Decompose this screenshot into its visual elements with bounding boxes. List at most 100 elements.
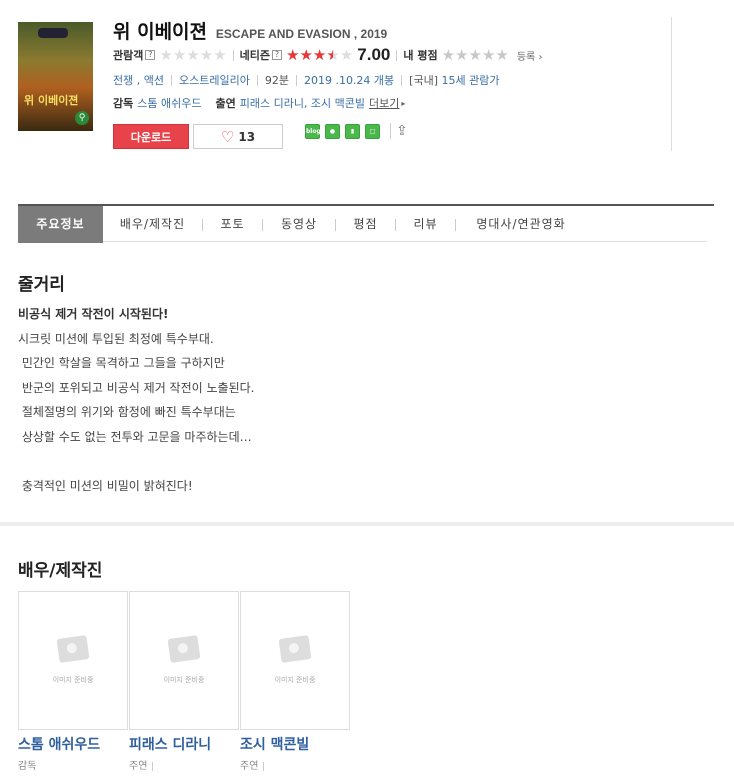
star-icon: ★ bbox=[199, 45, 214, 64]
credit-row: 감독 스톰 애쉬우드 출연 피래스 디라니, 조시 맥콘빌 더보기 ▸ bbox=[113, 95, 405, 111]
profile-photo[interactable]: 이미지 준비중 bbox=[18, 591, 128, 730]
profile-photo[interactable]: 이미지 준비중 bbox=[129, 591, 239, 730]
caret-right-icon: ▸ bbox=[401, 98, 406, 108]
star-half-icon: ★ bbox=[326, 45, 340, 64]
divider bbox=[256, 74, 258, 86]
country-link[interactable]: 오스트레일리아 bbox=[179, 72, 250, 88]
band-icon[interactable]: ● bbox=[325, 123, 340, 139]
cast-card: 이미지 준비중 조시 맥콘빌 주연 bbox=[240, 591, 350, 772]
register-rating-link[interactable]: 등록 › bbox=[517, 48, 543, 63]
register-label[interactable]: 등록 bbox=[517, 52, 535, 63]
download-button[interactable]: 다운로드 bbox=[113, 124, 189, 149]
chevron-right-icon: › bbox=[538, 51, 543, 63]
share-box: blog ● ▮ □ ⇪ bbox=[305, 123, 408, 139]
star-icon[interactable]: ★ bbox=[482, 47, 495, 63]
tab-video[interactable]: 동영상 bbox=[263, 206, 335, 243]
star-icon: ★ bbox=[299, 45, 313, 64]
audience-stars: ★ ★ ★ ★ ★ bbox=[159, 45, 227, 64]
like-button[interactable]: ♡ 13 bbox=[193, 124, 283, 149]
netizen-stars: ★ ★ ★ ★ ★ bbox=[286, 45, 354, 64]
tab-rating[interactable]: 평점 bbox=[336, 206, 395, 243]
cast-card: 이미지 준비중 피래스 디라니 주연 bbox=[129, 591, 239, 772]
my-rating-stars[interactable]: ★ ★ ★ ★ ★ bbox=[442, 47, 509, 63]
age-rating-link[interactable]: 15세 관람가 bbox=[442, 72, 500, 88]
tab-cast-crew[interactable]: 배우/제작진 bbox=[103, 206, 202, 243]
role-label: 감독 bbox=[18, 761, 37, 772]
star-icon: ★ bbox=[213, 45, 227, 64]
person-role: 주연 bbox=[240, 757, 350, 772]
tab-photo[interactable]: 포토 bbox=[203, 206, 262, 243]
tab-quotes-related[interactable]: 명대사/연관영화 bbox=[456, 206, 586, 243]
audience-label: 관람객 bbox=[113, 49, 144, 62]
image-preparing-text: 이미지 준비중 bbox=[163, 675, 205, 684]
divider bbox=[232, 49, 234, 61]
movie-poster[interactable]: 위 이베이젼 ⚲ bbox=[18, 22, 93, 131]
synopsis-lead: 비공식 제거 작전이 시작된다! bbox=[18, 307, 169, 321]
director-label: 감독 bbox=[113, 97, 134, 110]
synopsis-line: 반군의 포위되고 비공식 제거 작전이 노출된다. bbox=[18, 380, 255, 395]
role-label: 주연 bbox=[129, 761, 148, 772]
synopsis-line: 충격적인 미션의 비밀이 밝혀진다! bbox=[18, 478, 193, 493]
star-icon: ★ bbox=[286, 45, 300, 64]
divider bbox=[263, 761, 265, 771]
camera-icon bbox=[167, 634, 201, 663]
director-link[interactable]: 스톰 애쉬우드 bbox=[137, 95, 201, 111]
person-name-link[interactable]: 피래스 디라니 bbox=[129, 734, 239, 754]
heart-icon: ♡ bbox=[220, 127, 235, 146]
movie-title-en: ESCAPE AND EVASION , 2019 bbox=[215, 27, 388, 41]
helicopter-graphic bbox=[38, 28, 68, 38]
divider bbox=[396, 49, 398, 61]
divider bbox=[170, 74, 172, 86]
netizen-score: 7.00 bbox=[357, 45, 391, 64]
synopsis-line: 시크릿 미션에 투입된 최정예 특수부대. bbox=[18, 331, 214, 346]
help-icon[interactable]: ? bbox=[272, 50, 283, 60]
tab-review[interactable]: 리뷰 bbox=[396, 206, 455, 243]
magnify-icon[interactable]: ⚲ bbox=[75, 111, 89, 125]
star-icon: ★ bbox=[339, 45, 354, 64]
star-icon[interactable]: ★ bbox=[442, 47, 455, 63]
person-name-link[interactable]: 조시 맥콘빌 bbox=[240, 734, 350, 754]
star-icon: ★ bbox=[159, 45, 173, 64]
synopsis-line: 상상할 수도 없는 전투와 고문을 마주하는데… bbox=[18, 429, 252, 444]
help-icon[interactable]: ? bbox=[145, 50, 156, 60]
runtime: 92분 bbox=[264, 74, 289, 87]
star-icon[interactable]: ★ bbox=[468, 47, 481, 63]
divider bbox=[152, 761, 154, 771]
my-rating-label: 내 평점 bbox=[403, 49, 438, 62]
synopsis-heading: 줄거리 bbox=[18, 275, 65, 295]
share-icon[interactable]: ⇪ bbox=[396, 123, 408, 139]
divider bbox=[390, 123, 391, 139]
profile-photo[interactable]: 이미지 준비중 bbox=[240, 591, 350, 730]
more-link[interactable]: 더보기 bbox=[369, 95, 399, 111]
tab-main-info[interactable]: 주요정보 bbox=[18, 206, 103, 243]
title-row: 위 이베이젼 ESCAPE AND EVASION , 2019 bbox=[113, 17, 387, 44]
line-icon[interactable]: □ bbox=[365, 123, 380, 139]
cast-heading: 배우/제작진 bbox=[18, 561, 103, 581]
synopsis-line bbox=[18, 449, 254, 474]
camera-icon bbox=[56, 634, 90, 663]
star-icon: ★ bbox=[312, 45, 327, 64]
cast-label: 출연 bbox=[215, 97, 236, 110]
bookmark-icon[interactable]: ▮ bbox=[345, 123, 360, 139]
rating-region: [국내] bbox=[409, 74, 438, 87]
camera-icon bbox=[278, 634, 312, 663]
person-role: 감독 bbox=[18, 757, 128, 772]
blog-icon[interactable]: blog bbox=[305, 123, 321, 139]
divider bbox=[671, 17, 672, 151]
release-date[interactable]: 2019 .10.24 개봉 bbox=[304, 72, 394, 88]
star-icon: ★ bbox=[172, 45, 187, 64]
divider bbox=[401, 74, 403, 86]
role-label: 주연 bbox=[240, 761, 259, 772]
person-name-link[interactable]: 스톰 애쉬우드 bbox=[18, 734, 128, 754]
star-icon[interactable]: ★ bbox=[455, 47, 468, 63]
synopsis-line: 절체절명의 위기와 함정에 빠진 특수부대는 bbox=[18, 405, 236, 419]
person-role: 주연 bbox=[129, 757, 239, 772]
tab-bar: 주요정보 배우/제작진 포토 동영상 평점 리뷰 명대사/연관영화 bbox=[18, 204, 714, 243]
netizen-label: 네티즌 bbox=[239, 49, 271, 62]
movie-title: 위 이베이젼 bbox=[113, 21, 208, 43]
cast-link[interactable]: 피래스 디라니, 조시 맥콘빌 bbox=[240, 95, 365, 111]
poster-title: 위 이베이젼 bbox=[24, 94, 79, 107]
star-icon[interactable]: ★ bbox=[495, 47, 508, 63]
divider bbox=[295, 74, 297, 86]
genre-link[interactable]: 전쟁 , 액션 bbox=[113, 72, 164, 88]
